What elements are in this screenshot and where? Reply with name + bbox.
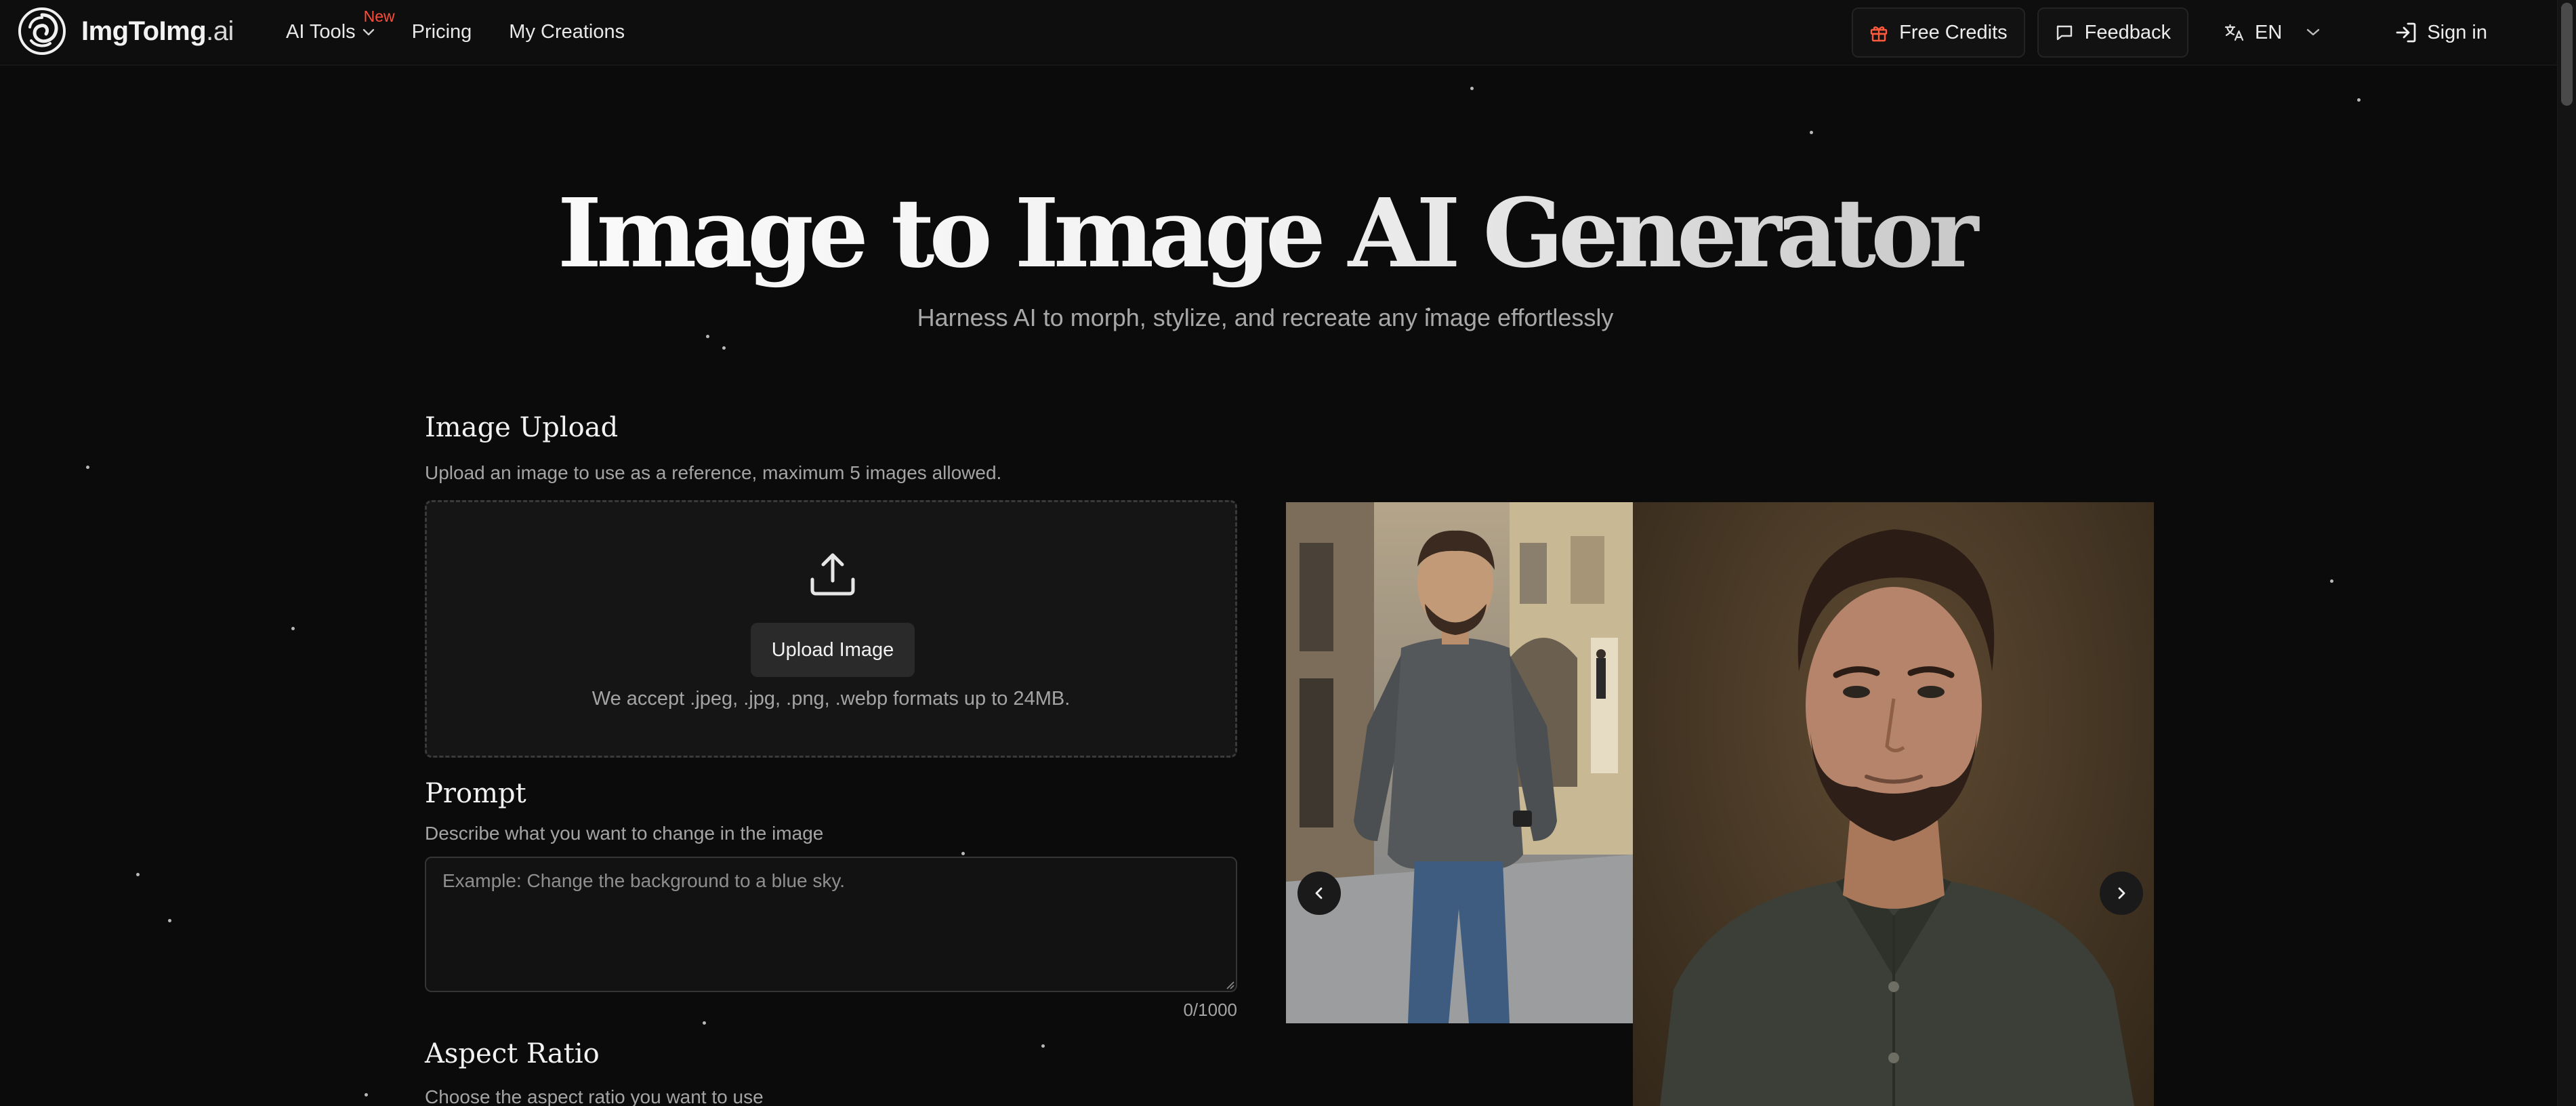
page-scrollbar[interactable] bbox=[2557, 0, 2576, 1106]
street-portrait-illustration bbox=[1286, 502, 1633, 1023]
carousel-next-button[interactable] bbox=[2100, 872, 2143, 915]
example-input-photo bbox=[1286, 502, 1633, 1023]
nav-pricing[interactable]: Pricing bbox=[412, 21, 472, 43]
prompt-description: Describe what you want to change in the … bbox=[425, 823, 824, 844]
nav-ai-tools-label: AI Tools bbox=[286, 21, 356, 43]
star bbox=[706, 335, 709, 338]
language-label: EN bbox=[2255, 21, 2283, 43]
accepted-formats-note: We accept .jpeg, .jpg, .png, .webp forma… bbox=[591, 688, 1071, 710]
message-square-icon bbox=[2056, 25, 2072, 41]
chevron-down-icon bbox=[362, 28, 374, 35]
aspect-ratio-description: Choose the aspect ratio you want to use bbox=[425, 1086, 764, 1106]
sign-in-label: Sign in bbox=[2427, 21, 2487, 43]
prompt-title: Prompt bbox=[425, 778, 526, 809]
language-selector[interactable]: EN bbox=[2207, 7, 2336, 58]
brand-logo[interactable]: ImgToImg.ai bbox=[18, 7, 234, 56]
chevron-left-icon bbox=[1315, 887, 1323, 899]
aspect-ratio-title: Aspect Ratio bbox=[425, 1038, 600, 1069]
star bbox=[703, 1021, 706, 1025]
chevron-down-icon bbox=[2307, 28, 2320, 36]
chevron-right-icon bbox=[2118, 887, 2125, 899]
resize-handle-icon[interactable] bbox=[1225, 980, 1234, 989]
example-carousel bbox=[1286, 502, 2154, 1106]
image-upload-description: Upload an image to use as a reference, m… bbox=[425, 462, 1002, 483]
star bbox=[136, 873, 140, 876]
primary-nav: AI Tools New Pricing My Creations bbox=[286, 0, 625, 64]
feedback-button[interactable]: Feedback bbox=[2037, 7, 2189, 58]
image-dropzone[interactable]: Upload Image We accept .jpeg, .jpg, .png… bbox=[425, 500, 1237, 758]
free-credits-button[interactable]: Free Credits bbox=[1852, 7, 2025, 58]
star bbox=[168, 919, 171, 922]
star bbox=[291, 627, 295, 630]
free-credits-label: Free Credits bbox=[1899, 21, 2008, 43]
star bbox=[961, 852, 965, 855]
header-actions: Free Credits Feedback EN Sign in bbox=[1852, 7, 2504, 58]
brand-tld: .ai bbox=[206, 16, 234, 46]
log-in-icon bbox=[2396, 22, 2416, 43]
star bbox=[2330, 579, 2333, 583]
upload-image-button[interactable]: Upload Image bbox=[751, 623, 915, 677]
star bbox=[365, 1093, 368, 1097]
upload-icon bbox=[810, 553, 855, 596]
sign-in-button[interactable]: Sign in bbox=[2378, 7, 2504, 58]
star bbox=[86, 466, 89, 469]
prompt-char-count: 0/1000 bbox=[1183, 1000, 1237, 1020]
image-upload-title: Image Upload bbox=[425, 412, 619, 443]
scrollbar-thumb[interactable] bbox=[2561, 3, 2573, 106]
star bbox=[1470, 87, 1474, 90]
top-navigation-bar: ImgToImg.ai AI Tools New Pricing My Crea… bbox=[0, 0, 2558, 66]
carousel-previous-button[interactable] bbox=[1297, 872, 1341, 915]
swirl-logo-icon bbox=[18, 7, 66, 55]
page-subtitle: Harness AI to morph, stylize, and recrea… bbox=[917, 304, 1614, 331]
star bbox=[722, 346, 726, 350]
studio-portrait-illustration bbox=[1660, 529, 2134, 1106]
star bbox=[2357, 98, 2361, 102]
nav-pricing-label: Pricing bbox=[411, 21, 472, 43]
prompt-textarea[interactable] bbox=[425, 857, 1237, 992]
star bbox=[1041, 1044, 1045, 1048]
brand-name-main: ImgToImg bbox=[81, 16, 207, 46]
feedback-label: Feedback bbox=[2084, 21, 2172, 43]
star bbox=[1810, 131, 1813, 134]
brand-name: ImgToImg.ai bbox=[81, 16, 234, 47]
nav-ai-tools[interactable]: AI Tools New bbox=[286, 7, 395, 43]
new-badge: New bbox=[363, 7, 395, 25]
page: ImgToImg.ai AI Tools New Pricing My Crea… bbox=[0, 0, 2576, 1106]
page-title: Image to Image AI Generator bbox=[0, 173, 2531, 295]
nav-my-creations-label: My Creations bbox=[509, 21, 625, 43]
translate-icon bbox=[2224, 24, 2244, 41]
gift-icon bbox=[1870, 26, 1888, 42]
nav-my-creations[interactable]: My Creations bbox=[509, 21, 625, 43]
example-output-photo bbox=[1633, 502, 2154, 1106]
